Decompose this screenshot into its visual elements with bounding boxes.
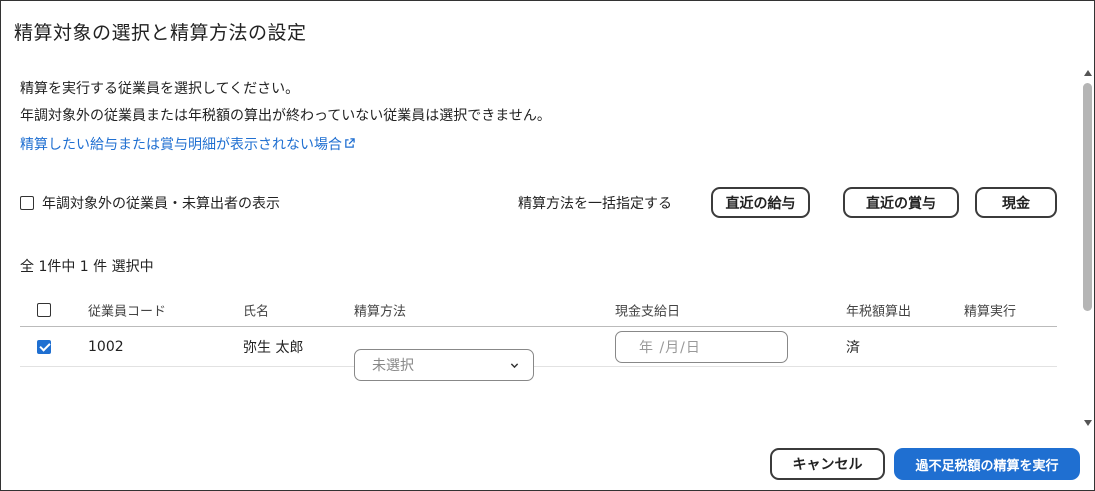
table-header: 従業員コード 氏名 精算方法 現金支給日 年税額算出 精算実行	[20, 294, 1057, 327]
tax-calculated-status: 済	[846, 339, 860, 356]
latest-salary-button[interactable]: 直近の給与	[711, 187, 810, 218]
external-link-icon	[345, 138, 355, 148]
scrollbar-thumb[interactable]	[1083, 83, 1092, 311]
show-excluded-option[interactable]: 年調対象外の従業員・未算出者の表示	[20, 193, 280, 213]
col-method: 精算方法	[354, 304, 407, 320]
row-checkbox[interactable]	[37, 339, 51, 354]
method-select[interactable]: 未選択	[354, 348, 534, 381]
table-row: 1002 弥生 太郎 未選択 年 /月/日 済	[20, 327, 1057, 381]
run-settlement-button[interactable]: 過不足税額の精算を実行	[894, 448, 1080, 480]
help-link[interactable]: 精算したい給与または賞与明細が表示されない場合	[20, 134, 355, 154]
bulk-method-label: 精算方法を一括指定する	[518, 196, 672, 212]
col-name: 氏名	[243, 304, 270, 320]
col-cash-date: 現金支給日	[615, 304, 681, 320]
show-excluded-label: 年調対象外の従業員・未算出者の表示	[42, 196, 280, 212]
cash-date-placeholder: 年 /月/日	[639, 339, 701, 356]
col-tax-calculated: 年税額算出	[846, 304, 912, 320]
scroll-down-arrow-icon[interactable]	[1084, 420, 1092, 426]
dialog-title: 精算対象の選択と精算方法の設定	[14, 22, 307, 44]
employee-name: 弥生 太郎	[243, 339, 304, 356]
col-employee-code: 従業員コード	[88, 304, 167, 320]
cash-button[interactable]: 現金	[975, 187, 1057, 218]
method-select-value: 未選択	[372, 357, 414, 374]
chevron-down-icon	[510, 362, 519, 368]
employee-table: 従業員コード 氏名 精算方法 現金支給日 年税額算出 精算実行 1002 弥生 …	[20, 294, 1057, 381]
dialog-content: 精算を実行する従業員を選択してください。 年調対象外の従業員または年税額の算出が…	[1, 61, 1079, 431]
cancel-button[interactable]: キャンセル	[770, 448, 885, 480]
scroll-up-arrow-icon[interactable]	[1084, 70, 1092, 76]
show-excluded-checkbox[interactable]	[20, 196, 34, 210]
latest-bonus-button[interactable]: 直近の賞与	[843, 187, 959, 218]
vertical-scrollbar[interactable]	[1079, 61, 1095, 436]
description-line-1: 精算を実行する従業員を選択してください。	[20, 81, 300, 97]
select-all-checkbox[interactable]	[37, 303, 51, 317]
selection-count: 全 1件中 1 件 選択中	[20, 259, 154, 275]
cash-date-input[interactable]: 年 /月/日	[615, 330, 788, 363]
settlement-dialog: 精算対象の選択と精算方法の設定 精算を実行する従業員を選択してください。 年調対…	[0, 0, 1095, 491]
employee-code: 1002	[88, 338, 124, 355]
help-link-text: 精算したい給与または賞与明細が表示されない場合	[20, 137, 342, 153]
col-settlement-exec: 精算実行	[964, 304, 1017, 320]
description-line-2: 年調対象外の従業員または年税額の算出が終わっていない従業員は選択できません。	[20, 108, 551, 124]
